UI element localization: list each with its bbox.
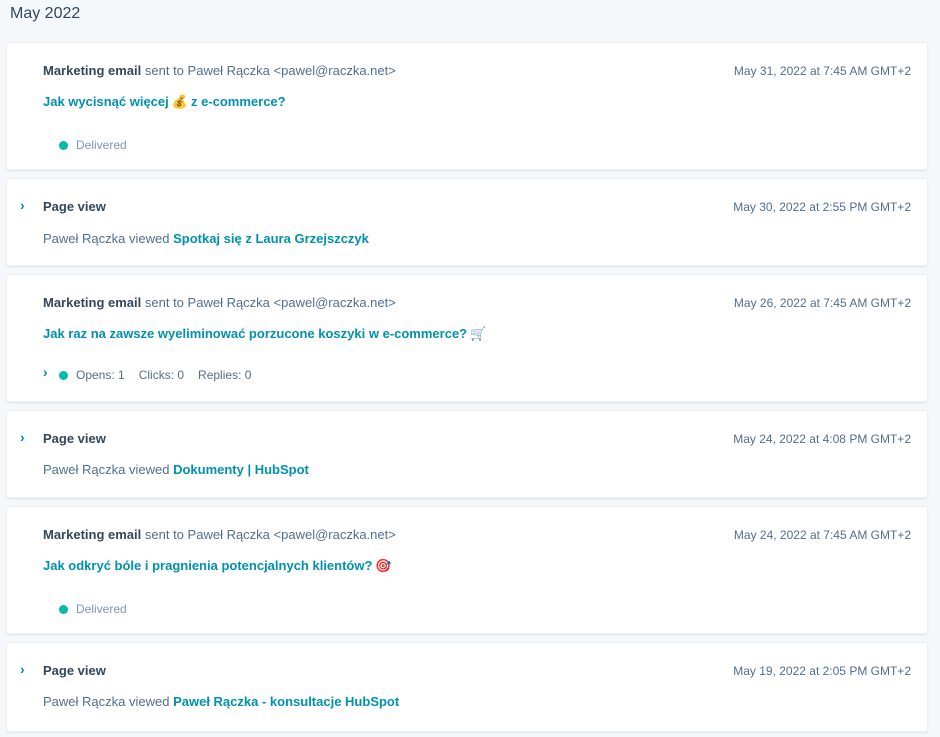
event-header: Marketing email sent to Paweł Rączka <pa… [43, 295, 396, 310]
event-type: Marketing email [43, 527, 142, 542]
pageview-page-link[interactable]: Spotkaj się z Laura Grzejszczyk [173, 231, 369, 246]
event-timestamp: May 24, 2022 at 7:45 AM GMT+2 [733, 528, 911, 542]
timeline-card-email: Marketing email sent to Paweł Rączka <pa… [6, 506, 928, 634]
email-subject-row: Jak odkryć bóle i pragnienia potencjalny… [43, 558, 395, 574]
email-subject-row: Jak raz na zawsze wyeliminować porzucone… [43, 326, 489, 342]
event-type: Marketing email [43, 295, 142, 310]
clicks-count: Clicks: 0 [138, 368, 185, 382]
expand-chevron-icon[interactable]: › [20, 197, 25, 213]
status-label: Delivered [76, 602, 127, 616]
pageview-row: Paweł Rączka viewed Paweł Rączka - konsu… [43, 694, 399, 709]
opens-count: Opens: 1 [76, 368, 125, 382]
event-recipient: Paweł Rączka <pawel@raczka.net> [187, 527, 396, 542]
event-timestamp: May 19, 2022 at 2:05 PM GMT+2 [733, 664, 911, 678]
event-type: Page view [43, 199, 106, 214]
shopping-cart-icon: 🛒 [470, 326, 487, 341]
status-label: Delivered [76, 138, 127, 152]
pageview-page-link[interactable]: Paweł Rączka - konsultacje HubSpot [173, 694, 399, 709]
email-subject-link[interactable]: Jak wycisnąć więcej [43, 94, 169, 109]
timeline-card-email: Marketing email sent to Paweł Rączka <pa… [6, 274, 928, 402]
email-subject-row: Jak wycisnąć więcej 💰 z e-commerce? [43, 94, 286, 110]
delivery-status: Delivered [59, 138, 127, 152]
expand-stats-chevron-icon[interactable]: › [43, 364, 48, 380]
event-header: Marketing email sent to Paweł Rączka <pa… [43, 527, 396, 542]
event-recipient: Paweł Rączka <pawel@raczka.net> [187, 63, 396, 78]
pageview-actor: Paweł Rączka viewed [43, 231, 170, 246]
target-icon: 🎯 [375, 558, 392, 573]
event-verb: sent to [144, 63, 184, 78]
replies-count: Replies: 0 [198, 368, 252, 382]
timeline-card-pageview: › Page view May 24, 2022 at 4:08 PM GMT+… [6, 410, 928, 498]
event-timestamp: May 31, 2022 at 7:45 AM GMT+2 [733, 64, 911, 78]
pageview-actor: Paweł Rączka viewed [43, 694, 170, 709]
event-type: Page view [43, 663, 106, 678]
event-type: Page view [43, 431, 106, 446]
engagement-stats: Opens: 1 Clicks: 0 Replies: 0 [59, 368, 265, 382]
event-recipient: Paweł Rączka <pawel@raczka.net> [187, 295, 396, 310]
timeline-card-pageview: › Page view May 19, 2022 at 2:05 PM GMT+… [6, 642, 928, 732]
email-subject-link[interactable]: Jak raz na zawsze wyeliminować porzucone… [43, 326, 467, 341]
event-verb: sent to [144, 527, 184, 542]
delivery-status: Delivered [59, 602, 127, 616]
event-timestamp: May 24, 2022 at 4:08 PM GMT+2 [733, 432, 911, 446]
pageview-row: Paweł Rączka viewed Spotkaj się z Laura … [43, 231, 369, 246]
pageview-actor: Paweł Rączka viewed [43, 462, 170, 477]
email-subject-link[interactable]: Jak odkryć bóle i pragnienia potencjalny… [43, 558, 372, 573]
status-dot-icon [59, 140, 68, 150]
timeline-card-email: Marketing email sent to Paweł Rączka <pa… [6, 42, 928, 170]
status-dot-icon [59, 370, 68, 380]
pageview-row: Paweł Rączka viewed Dokumenty | HubSpot [43, 462, 309, 477]
email-subject-link-suffix[interactable]: z e-commerce? [191, 94, 286, 109]
event-timestamp: May 30, 2022 at 2:55 PM GMT+2 [733, 200, 911, 214]
event-timestamp: May 26, 2022 at 7:45 AM GMT+2 [733, 296, 911, 310]
event-header: Marketing email sent to Paweł Rączka <pa… [43, 63, 396, 78]
expand-chevron-icon[interactable]: › [20, 429, 25, 445]
event-type: Marketing email [43, 63, 142, 78]
month-header: May 2022 [10, 5, 81, 22]
pageview-page-link[interactable]: Dokumenty | HubSpot [173, 462, 309, 477]
timeline-card-pageview: › Page view May 30, 2022 at 2:55 PM GMT+… [6, 178, 928, 266]
money-bag-icon: 💰 [171, 94, 188, 109]
event-verb: sent to [144, 295, 184, 310]
status-dot-icon [59, 604, 68, 614]
expand-chevron-icon[interactable]: › [20, 661, 25, 677]
